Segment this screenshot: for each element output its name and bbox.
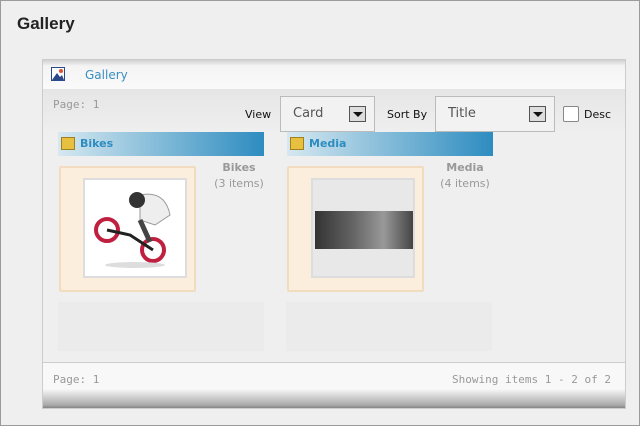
album-header-bikes[interactable]: Bikes (58, 132, 264, 156)
view-select[interactable]: Card (280, 96, 375, 132)
view-label: View (245, 108, 272, 121)
view-value: Card (293, 106, 324, 121)
gallery-panel: Gallery Page: 1 View Card Sort By Title … (42, 59, 626, 409)
picture-icon (51, 67, 65, 81)
page-indicator: Page: 1 (53, 98, 100, 111)
album-name: Bikes (222, 161, 256, 174)
forest-banner-image (315, 211, 413, 249)
album-info: Bikes (3 items) (199, 161, 279, 190)
page-title: Gallery (17, 14, 75, 33)
album-description-area (286, 302, 492, 351)
album-title: Bikes (80, 137, 114, 150)
sort-value: Title (448, 106, 476, 121)
album-folder-icon (290, 137, 304, 150)
bike-photo (83, 178, 187, 278)
panel-footer: Page: 1 Showing items 1 - 2 of 2 (43, 362, 625, 408)
footer-page-indicator: Page: 1 (53, 373, 100, 386)
album-title: Media (309, 137, 347, 150)
panel-header: Gallery (43, 60, 625, 90)
album-info: Media (4 items) (425, 161, 505, 190)
media-photo (311, 178, 415, 278)
items-count: Showing items 1 - 2 of 2 (452, 373, 611, 386)
sort-select[interactable]: Title (435, 96, 555, 132)
album-header-media[interactable]: Media (287, 132, 493, 156)
desc-label: Desc (584, 108, 612, 121)
gallery-link[interactable]: Gallery (85, 68, 128, 82)
chevron-down-icon[interactable] (529, 106, 546, 122)
album-thumbnail-media[interactable] (287, 166, 424, 292)
album-thumbnail-bikes[interactable] (59, 166, 196, 292)
album-description-area (58, 302, 264, 351)
toolbar: Page: 1 View Card Sort By Title Desc (43, 90, 625, 132)
bike-image (94, 192, 171, 268)
desc-checkbox[interactable] (563, 106, 579, 122)
album-name: Media (446, 161, 484, 174)
album-count: (3 items) (214, 177, 264, 190)
sort-label: Sort By (387, 108, 428, 121)
chevron-down-icon[interactable] (349, 106, 366, 122)
album-count: (4 items) (440, 177, 490, 190)
album-folder-icon (61, 137, 75, 150)
